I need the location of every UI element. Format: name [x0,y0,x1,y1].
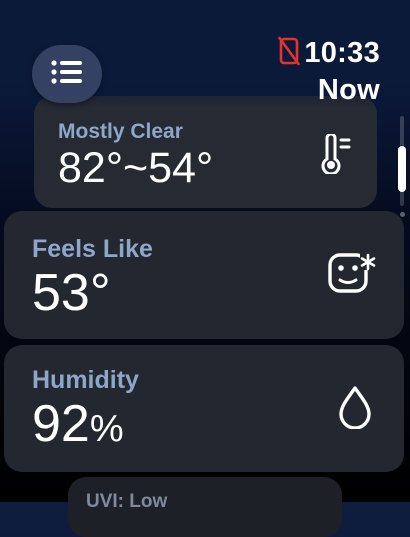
temperature-range: 82°~54° [58,144,214,192]
face-snowflake-icon [328,251,378,302]
scroll-thumb[interactable] [398,146,406,192]
humidity-card[interactable]: Humidity 92% [4,345,404,472]
feels-like-label: Feels Like [32,235,153,263]
menu-button[interactable] [32,45,102,103]
humidity-value-group: 92% [32,394,124,454]
scroll-dot [400,212,405,217]
status-bar: 10:33 Now [278,36,380,107]
feels-like-value: 53° [32,264,111,322]
time-context: Now [317,74,380,106]
humidity-value: 92 [32,395,90,453]
clock-time: 10:33 [304,37,380,69]
humidity-label: Humidity [32,366,139,394]
phone-disconnected-icon [278,36,301,71]
temperature-condition: Mostly Clear [58,120,183,143]
uv-label: UVI: Low [86,491,168,512]
droplet-icon [338,385,372,434]
uv-card[interactable]: UVI: Low [68,477,342,537]
feels-like-card[interactable]: Feels Like 53° [4,211,404,339]
humidity-unit: % [89,408,124,450]
thermometer-icon [319,132,351,179]
scroll-indicator[interactable] [398,116,406,222]
temperature-card[interactable]: Mostly Clear 82°~54° [34,96,377,208]
list-icon [50,59,84,90]
